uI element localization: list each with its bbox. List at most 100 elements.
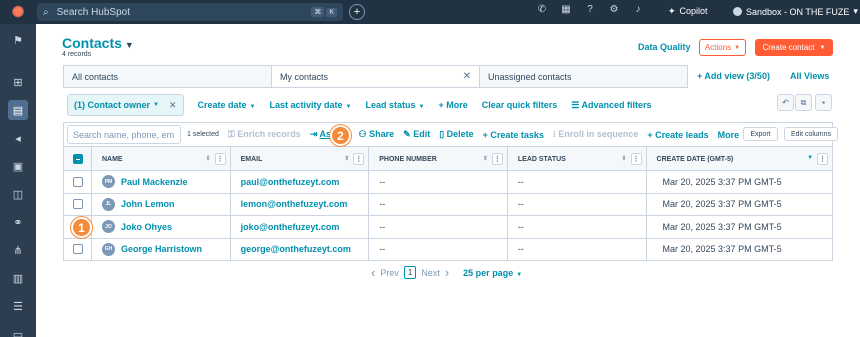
workspaces-icon[interactable]: ⊞ (8, 72, 28, 92)
hubspot-logo-icon[interactable]: ✺ (0, 0, 36, 24)
share-button[interactable]: ⚇ Share (359, 129, 395, 140)
clear-quick-filters-button[interactable]: Clear quick filters (482, 100, 558, 110)
chevron-left-icon[interactable]: ‹ (371, 265, 375, 280)
column-header-lead-status[interactable]: LEAD STATUS ⇕ ⋮ (508, 147, 647, 171)
edit-button[interactable]: ✎ Edit (403, 129, 430, 140)
object-switcher[interactable]: Contacts ▼ (62, 35, 134, 51)
edit-columns-button[interactable]: Edit columns (784, 127, 838, 141)
data-management-icon[interactable]: ☰ (8, 296, 28, 316)
add-view-button[interactable]: + Add view (3/50) (697, 71, 770, 81)
enroll-in-sequence-button[interactable]: ⁝ Enroll in sequence (553, 129, 638, 140)
create-contact-button[interactable]: Create contact ▼ (755, 39, 833, 56)
create-date-filter[interactable]: Create date ▼ (198, 100, 256, 110)
per-page-dropdown[interactable]: 25 per page ▼ (463, 268, 522, 278)
phone-cell: -- (369, 238, 508, 260)
tab-unassigned-contacts[interactable]: Unassigned contacts (479, 65, 688, 88)
contact-name-link[interactable]: John Lemon (121, 199, 175, 209)
phone-icon[interactable]: ✆ (536, 4, 548, 15)
column-header-email[interactable]: EMAIL ⇕ ⋮ (231, 147, 370, 171)
column-header-name[interactable]: NAME ⇕ ⋮ (92, 147, 231, 171)
actions-dropdown-button[interactable]: Actions ▼ (699, 39, 746, 56)
export-button[interactable]: Export (743, 127, 778, 141)
marketplace-icon[interactable]: ▦ (560, 4, 572, 15)
sort-icon[interactable]: ⇕ (344, 155, 349, 162)
lead-status-filter[interactable]: Lead status ▼ (365, 100, 424, 110)
all-views-link[interactable]: All Views (790, 71, 829, 81)
delete-button[interactable]: ▯ Delete (439, 129, 473, 140)
marketing-icon[interactable]: ◂ (8, 128, 28, 148)
chevron-right-icon[interactable]: › (445, 265, 449, 280)
sort-icon[interactable]: ⇕ (206, 155, 211, 162)
column-header-phone[interactable]: PHONE NUMBER ⇕ ⋮ (369, 147, 508, 171)
global-search[interactable]: ⌕ Search HubSpot ⌘ K (37, 3, 343, 21)
column-options-icon[interactable]: ⋮ (817, 153, 829, 165)
table-row[interactable]: JL John Lemon lemon@onthefuzeyt.com -- --… (63, 193, 833, 216)
copilot-button[interactable]: ✦ Copilot (668, 6, 708, 17)
help-icon[interactable]: ? (584, 4, 596, 15)
notifications-bell-icon[interactable]: ♪ (632, 4, 644, 15)
share-icon: ⚇ (358, 129, 370, 139)
email-cell: george@onthefuzeyt.com (231, 238, 370, 260)
automation-icon[interactable]: ⋔ (8, 240, 28, 260)
duplicate-view-icon[interactable]: ⧉ (795, 94, 812, 111)
advanced-filters-button[interactable]: ☰ Advanced filters (571, 100, 651, 111)
crm-contacts-icon[interactable]: ▤ (8, 100, 28, 120)
contact-name-link[interactable]: George Harristown (121, 244, 202, 254)
save-view-icon[interactable]: ▪ (815, 94, 832, 111)
tab-my-contacts[interactable]: My contacts ✕ (271, 65, 480, 88)
contact-email-link[interactable]: joko@onthefuzeyt.com (241, 222, 340, 232)
assign-arrow-icon: ⇥ (309, 129, 320, 139)
table-row[interactable]: JO Joko Ohyes joko@onthefuzeyt.com -- -- … (63, 216, 833, 239)
content-icon[interactable]: ▣ (8, 156, 28, 176)
account-menu[interactable]: Sandbox - ON THE FUZE ▾ (733, 6, 858, 17)
close-icon[interactable]: ✕ (463, 71, 471, 82)
reporting-icon[interactable]: ▥ (8, 268, 28, 288)
row-checkbox[interactable] (73, 244, 83, 255)
undo-icon[interactable]: ↶ (777, 94, 794, 111)
phone-cell: -- (369, 193, 508, 215)
more-filters-button[interactable]: + More (438, 100, 467, 110)
sales-icon[interactable]: ◫ (8, 184, 28, 204)
current-page[interactable]: 1 (403, 266, 417, 279)
create-contact-label: Create contact (762, 43, 815, 52)
table-row[interactable]: GH George Harristown george@onthefuzeyt.c… (63, 238, 833, 261)
column-options-icon[interactable]: ⋮ (353, 153, 365, 165)
settings-gear-icon[interactable]: ⚙ (608, 4, 620, 15)
last-activity-filter[interactable]: Last activity date ▼ (270, 100, 352, 110)
selected-count: 1 selected (187, 131, 219, 138)
service-icon[interactable]: ⚭ (8, 212, 28, 232)
sort-descending-icon[interactable]: ▼ (807, 155, 813, 161)
create-leads-button[interactable]: + Create leads (647, 130, 708, 140)
contact-name-link[interactable]: Joko Ohyes (121, 222, 172, 232)
contact-email-link[interactable]: paul@onthefuzeyt.com (241, 177, 340, 187)
next-page-button[interactable]: Next (421, 268, 440, 278)
column-options-icon[interactable]: ⋮ (214, 153, 226, 165)
contact-owner-filter-chip[interactable]: (1) Contact owner ▼ ✕ (67, 94, 184, 116)
prev-page-button[interactable]: Prev (380, 268, 399, 278)
quick-filters-bar: (1) Contact owner ▼ ✕ Create date ▼ Last … (67, 94, 833, 116)
data-quality-link[interactable]: Data Quality (638, 42, 691, 52)
column-header-create-date[interactable]: CREATE DATE (GMT-5) ▼ ⋮ (647, 147, 833, 171)
bookmarks-icon[interactable]: ⚑ (8, 30, 28, 50)
contact-email-link[interactable]: lemon@onthefuzeyt.com (241, 199, 348, 209)
chevron-down-icon: ▼ (516, 271, 523, 278)
row-checkbox[interactable] (73, 199, 83, 210)
step-badge-1: 1 (71, 217, 92, 238)
enrich-records-button[interactable]: ⚿ Enrich records (228, 129, 301, 140)
contact-name-link[interactable]: Paul Mackenzie (121, 177, 188, 187)
select-all-checkbox[interactable] (73, 154, 83, 164)
contact-email-link[interactable]: george@onthefuzeyt.com (241, 244, 351, 254)
sort-icon[interactable]: ⇕ (621, 155, 626, 162)
table-row[interactable]: PM Paul Mackenzie paul@onthefuzeyt.com --… (63, 171, 833, 194)
tab-all-contacts[interactable]: All contacts (63, 65, 272, 88)
row-checkbox[interactable] (73, 176, 83, 187)
sort-icon[interactable]: ⇕ (483, 155, 488, 162)
close-icon[interactable]: ✕ (169, 100, 177, 111)
column-options-icon[interactable]: ⋮ (630, 153, 642, 165)
library-icon[interactable]: ▭ (8, 324, 28, 337)
lead-status-filter-label: Lead status (365, 100, 416, 110)
quick-create-plus-icon[interactable]: + (349, 4, 365, 20)
create-tasks-button[interactable]: + Create tasks (483, 130, 544, 140)
column-options-icon[interactable]: ⋮ (491, 153, 503, 165)
table-search-input[interactable]: Search name, phone, em (67, 125, 181, 144)
